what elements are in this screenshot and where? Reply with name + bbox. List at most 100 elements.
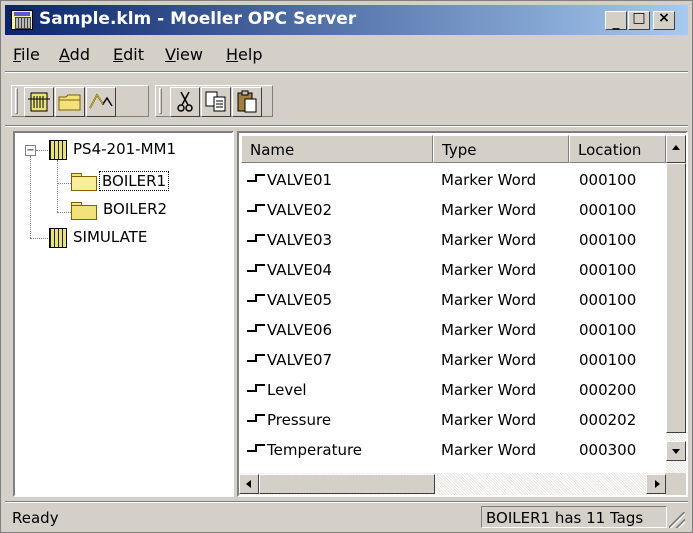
window-title: Sample.klm - Moeller OPC Server	[39, 9, 357, 29]
tree-line	[30, 156, 31, 238]
tree-node-boiler2[interactable]: BOILER2	[103, 200, 167, 218]
tag-list[interactable]: Name Type Location VALVE01 Marker Word 000…	[237, 131, 688, 497]
tag-icon	[247, 384, 265, 398]
menu-file[interactable]: File	[13, 45, 40, 64]
table-row[interactable]: VALVE06 Marker Word 000100	[239, 315, 669, 345]
cell-type: Marker Word	[441, 291, 537, 309]
column-header-location[interactable]: Location	[569, 135, 666, 163]
folder-open-icon	[71, 173, 97, 191]
toolbar-grip[interactable]	[159, 88, 162, 114]
cell-location: 000202	[579, 411, 637, 429]
cell-name: Temperature	[267, 441, 363, 459]
cell-name: VALVE02	[267, 201, 333, 219]
scroll-up-button[interactable]	[666, 135, 686, 163]
tag-icon	[247, 444, 265, 458]
new-device-button[interactable]	[24, 87, 54, 117]
column-header-type[interactable]: Type	[433, 135, 569, 163]
scroll-thumb[interactable]	[666, 163, 686, 433]
table-row[interactable]: VALVE04 Marker Word 000100	[239, 255, 669, 285]
toolbar-group-add	[11, 85, 149, 117]
scrollbar-corner	[666, 473, 686, 495]
copy-button[interactable]	[201, 87, 231, 117]
title-bar[interactable]: Sample.klm - Moeller OPC Server _ □ ×	[5, 5, 688, 35]
maximize-button[interactable]: □	[628, 10, 650, 30]
cell-location: 000200	[579, 381, 637, 399]
cell-name: VALVE05	[267, 291, 333, 309]
scroll-thumb-horizontal[interactable]	[259, 474, 435, 494]
paste-button[interactable]	[232, 87, 262, 117]
tree-line	[57, 183, 71, 184]
scroll-down-button[interactable]	[666, 441, 686, 461]
status-text: Ready	[12, 509, 59, 527]
scroll-right-button[interactable]	[646, 474, 666, 494]
tag-icon	[247, 174, 265, 188]
menu-add[interactable]: Add	[59, 45, 90, 64]
column-header-name[interactable]: Name	[241, 135, 433, 163]
collapse-toggle[interactable]: −	[25, 145, 36, 156]
cell-type: Marker Word	[441, 411, 537, 429]
tree-line	[36, 150, 48, 151]
tag-icon	[247, 324, 265, 338]
new-tag-button[interactable]	[86, 87, 116, 117]
tree-node-root[interactable]: PS4-201-MM1	[73, 140, 176, 158]
close-button[interactable]: ×	[653, 10, 675, 30]
tag-icon	[247, 294, 265, 308]
arrow-right-icon	[655, 480, 660, 488]
minimize-icon: _	[612, 14, 620, 30]
cell-location: 000100	[579, 171, 637, 189]
toolbar	[5, 75, 688, 125]
arrow-down-icon	[672, 449, 680, 454]
folder-icon	[71, 202, 97, 220]
table-row[interactable]: Temperature Marker Word 000300	[239, 435, 669, 465]
cell-type: Marker Word	[441, 231, 537, 249]
cell-location: 000100	[579, 231, 637, 249]
cell-name: VALVE04	[267, 261, 333, 279]
horizontal-scrollbar[interactable]	[239, 473, 666, 495]
toolbar-grip[interactable]	[15, 88, 18, 114]
cell-type: Marker Word	[441, 201, 537, 219]
cell-name: Pressure	[267, 411, 332, 429]
tree-node-boiler1[interactable]: BOILER1	[99, 171, 170, 191]
tag-icon	[247, 414, 265, 428]
device-tree[interactable]: − PS4-201-MM1 BOILER1 BOILER2 SIMULATE	[13, 131, 234, 497]
table-row[interactable]: VALVE05 Marker Word 000100	[239, 285, 669, 315]
app-icon[interactable]	[11, 10, 33, 30]
tag-icon	[247, 204, 265, 218]
menu-bar: File Add Edit View Help	[5, 41, 688, 67]
menu-edit[interactable]: Edit	[113, 45, 144, 64]
resize-grip-icon[interactable]	[669, 512, 685, 528]
menu-view[interactable]: View	[165, 45, 203, 64]
cell-location: 000100	[579, 291, 637, 309]
minimize-button[interactable]: _	[605, 11, 627, 30]
menu-help[interactable]: Help	[226, 45, 262, 64]
tree-node-simulate[interactable]: SIMULATE	[73, 228, 147, 246]
toolbar-separator	[5, 125, 688, 127]
table-row[interactable]: VALVE03 Marker Word 000100	[239, 225, 669, 255]
table-row[interactable]: VALVE01 Marker Word 000100	[239, 165, 669, 195]
scroll-left-button[interactable]	[239, 474, 259, 494]
new-group-button[interactable]	[55, 87, 85, 117]
table-row[interactable]: VALVE02 Marker Word 000100	[239, 195, 669, 225]
new-tag-icon	[89, 93, 113, 109]
cell-location: 000100	[579, 261, 637, 279]
status-separator	[5, 501, 688, 503]
cell-location: 000300	[579, 441, 637, 459]
cut-button[interactable]	[170, 87, 200, 117]
copy-icon	[205, 91, 226, 112]
cell-name: Level	[267, 381, 307, 399]
table-row[interactable]: VALVE07 Marker Word 000100	[239, 345, 669, 375]
plc-device-icon	[49, 228, 67, 248]
arrow-up-icon	[672, 145, 680, 150]
tree-line	[57, 160, 58, 212]
table-row[interactable]: Pressure Marker Word 000202	[239, 405, 669, 435]
cut-icon	[177, 91, 193, 112]
tag-icon	[247, 264, 265, 278]
toolbar-group-edit	[155, 85, 273, 117]
tree-line	[57, 212, 71, 213]
application-window: Sample.klm - Moeller OPC Server _ □ × Fi…	[0, 0, 693, 533]
table-row[interactable]: Level Marker Word 000200	[239, 375, 669, 405]
vertical-scrollbar[interactable]	[666, 133, 686, 473]
tag-icon	[247, 234, 265, 248]
cell-type: Marker Word	[441, 351, 537, 369]
new-device-icon	[28, 92, 50, 112]
